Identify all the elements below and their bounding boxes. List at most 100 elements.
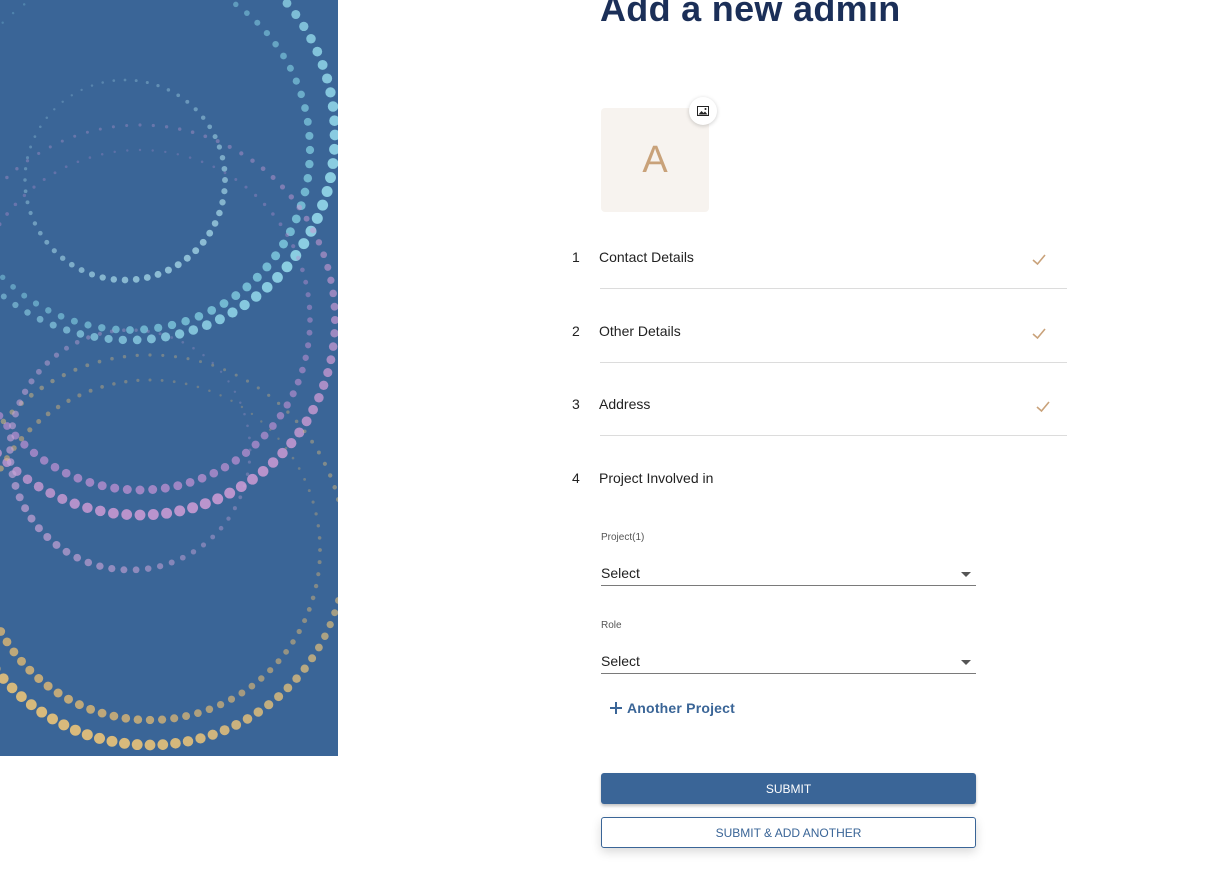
decorative-dot [330,302,338,311]
decorative-dot [291,214,301,224]
decorative-dot [278,222,283,227]
decorative-dot [98,127,102,131]
decorative-dot [6,458,15,466]
decorative-dot [264,700,274,710]
decorative-dot [151,149,154,152]
decorative-dot [148,378,152,382]
decorative-dot [262,202,267,207]
decorative-dot [166,88,171,92]
decorative-dot [306,304,313,310]
decorative-dot [86,704,96,714]
decorative-dot [5,175,9,180]
decorative-dot [207,306,217,315]
decorative-dot [327,158,338,169]
decorative-dot [185,477,195,487]
decorative-dot [218,525,224,531]
project-label: Project(1) [601,532,645,543]
decorative-dot [145,715,155,725]
decorative-dot [206,229,214,237]
decorative-dot [170,336,174,339]
decorative-dot [305,131,314,140]
decorative-dot [307,317,313,323]
decorative-dot [271,251,281,261]
decorative-dot [335,597,338,604]
submit-button[interactable]: SUBMIT [601,773,976,804]
decorative-dot [108,507,119,519]
decorative-dot [146,334,156,344]
decorative-dot [192,247,200,255]
decorative-dot [248,682,256,690]
submit-add-another-button[interactable]: SUBMIT & ADD ANOTHER [601,817,976,848]
decorative-dot [267,457,279,468]
decorative-dot [15,493,24,502]
decorative-dot [302,429,307,434]
decorative-dot [110,483,120,493]
decorative-dot [2,637,12,647]
decorative-dot [271,212,275,216]
decorative-dot [106,735,118,747]
decorative-dot [208,389,211,392]
decorative-dot [28,392,34,398]
decorative-dot [43,681,53,691]
decorative-dot [312,46,323,57]
decorative-dot [321,186,333,197]
decorative-dot [161,507,173,519]
decorative-dot [55,404,61,410]
decorative-dot [64,694,73,704]
decorative-dot [207,729,218,740]
decorative-dot [243,412,246,416]
decorative-dot [286,64,294,72]
decorative-dot [120,566,128,574]
decorative-dot [53,171,57,175]
decorative-dot [316,524,320,528]
decorative-dot [24,309,31,316]
decorative-dot [211,220,219,227]
avatar-upload-button[interactable] [689,97,717,125]
decorative-dot [136,378,140,382]
decorative-dot [190,130,195,134]
decorative-dot [160,483,170,493]
decorative-dot [194,709,202,717]
decorative-dot [311,500,315,504]
decorative-dot [200,542,207,548]
decorative-dot [21,388,29,395]
decorative-dot [314,512,318,516]
decorative-dot [321,632,329,640]
decorative-dot [242,484,247,488]
decorative-dot [5,212,9,216]
decorative-dot [151,123,155,128]
decorative-dot [73,367,78,372]
decorative-dot [63,326,71,334]
decorative-dot [29,145,33,149]
decorative-dot [252,272,262,282]
decorative-dot [315,643,323,652]
decorative-dot [244,185,248,189]
page-title: Add a new admin [600,0,901,29]
step-project-involved[interactable]: 4 Project Involved in [560,460,1068,500]
decorative-dot [307,489,311,493]
decorative-dot [161,353,165,357]
decorative-dot [28,210,33,216]
decorative-dot [260,166,266,172]
decorative-dot [230,399,233,403]
avatar-initial: A [642,138,668,181]
chevron-down-icon [961,660,971,665]
decorative-dot [69,498,80,509]
step-other-details[interactable]: 2 Other Details [560,313,1068,353]
check-icon [1032,254,1046,266]
decorative-dot [193,107,198,112]
decorative-dot [322,461,327,466]
decorative-dot [131,739,143,751]
step-address[interactable]: 3 Address [560,386,1068,426]
decorative-dot [78,267,85,274]
decorative-dot [64,165,68,169]
decorative-dot [113,150,116,154]
add-another-project-button[interactable]: Another Project [609,698,735,718]
project-select[interactable]: Select [601,561,976,586]
decorative-dot [36,315,44,323]
decorative-dot [242,714,253,724]
decorative-dot [262,262,272,272]
step-contact-details[interactable]: 1 Contact Details [560,239,1068,279]
role-select[interactable]: Select [601,649,976,674]
decorative-dot [64,345,69,351]
